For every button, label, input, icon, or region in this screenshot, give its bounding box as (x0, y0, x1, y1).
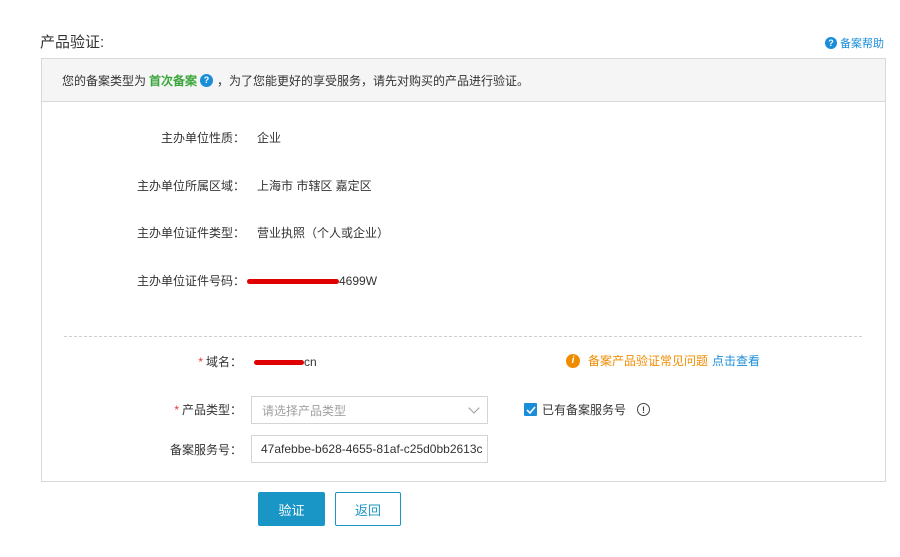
cert-no-label: 主办单位证件号码： (136, 274, 245, 288)
chevron-down-icon (468, 402, 480, 414)
notice-suffix: ，为了您能更好的享受服务，请先对购买的产品进行验证。 (217, 73, 530, 88)
faq-link[interactable]: 点击查看 (712, 352, 760, 369)
has-service-no-checkbox[interactable] (524, 403, 537, 416)
nature-value: 企业 (257, 131, 282, 145)
required-mark: * (174, 403, 179, 417)
question-circle-icon: ? (825, 37, 837, 49)
domain-label-wrap: * 域名： (0, 353, 242, 370)
product-type-label: 产品类型： (181, 403, 242, 417)
has-service-no-option[interactable]: 已有备案服务号 ! (524, 401, 651, 418)
verify-button[interactable]: 验证 (258, 492, 325, 526)
cert-no-visible: 4699W (339, 273, 378, 288)
required-mark: * (198, 355, 203, 369)
filing-type-value: 首次备案 (149, 73, 198, 88)
notice-prefix: 您的备案类型为 (62, 73, 147, 88)
service-no-label: 备案服务号： (169, 443, 242, 457)
service-no-input[interactable]: 47afebbe-b628-4655-81af-c25d0bb2613c (251, 435, 488, 463)
cert-type-label: 主办单位证件类型： (136, 226, 245, 240)
product-type-placeholder: 请选择产品类型 (262, 403, 347, 418)
info-row-nature: 主办单位性质： 企业 (0, 129, 281, 146)
cert-no-value: 4699W (247, 274, 377, 288)
help-link[interactable]: ? 备案帮助 (825, 35, 884, 51)
redaction-mark (247, 278, 339, 284)
domain-label: 域名： (205, 355, 242, 369)
product-type-row: * 产品类型： (0, 401, 242, 418)
filing-type-notice: 您的备案类型为 首次备案 ? ，为了您能更好的享受服务，请先对购买的产品进行验证… (42, 59, 885, 102)
faq-hint: i 备案产品验证常见问题 点击查看 (566, 352, 760, 369)
service-no-row: 备案服务号： (0, 441, 242, 458)
nature-label: 主办单位性质： (160, 131, 245, 145)
domain-visible: cn (304, 354, 317, 369)
domain-value: cn (254, 355, 317, 369)
help-link-label: 备案帮助 (840, 38, 884, 50)
warning-info-icon: i (566, 353, 580, 368)
info-row-region: 主办单位所属区域： 上海市 市辖区 嘉定区 (0, 177, 372, 194)
product-type-label-wrap: * 产品类型： (0, 401, 242, 418)
back-button[interactable]: 返回 (335, 492, 401, 526)
product-type-select[interactable]: 请选择产品类型 (251, 396, 488, 424)
redaction-mark (254, 359, 304, 365)
section-divider (64, 336, 862, 337)
info-row-cert-no: 主办单位证件号码： 4699W (0, 272, 377, 289)
cert-type-value: 营业执照（个人或企业） (257, 226, 390, 240)
info-icon[interactable]: ! (637, 403, 651, 416)
question-circle-icon[interactable]: ? (200, 73, 214, 87)
region-label: 主办单位所属区域： (136, 179, 245, 193)
has-service-no-label: 已有备案服务号 (542, 403, 627, 417)
domain-row: * 域名： cn (0, 353, 317, 370)
region-value: 上海市 市辖区 嘉定区 (257, 179, 372, 193)
faq-text: 备案产品验证常见问题 (588, 354, 709, 368)
page-title: 产品验证: (40, 34, 105, 51)
info-row-cert-type: 主办单位证件类型： 营业执照（个人或企业） (0, 224, 389, 241)
